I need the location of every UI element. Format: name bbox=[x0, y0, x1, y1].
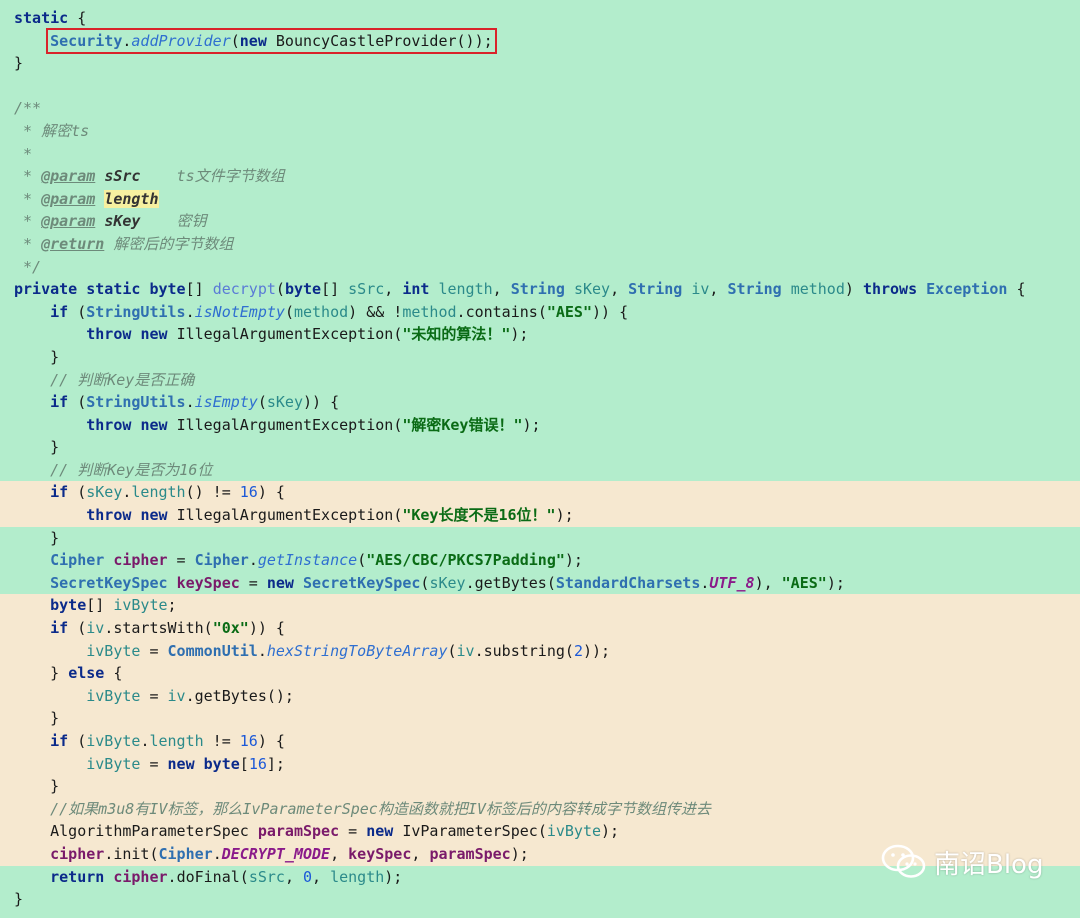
code-line: */ bbox=[14, 257, 42, 276]
code-line: if (sKey.length() != 16) { bbox=[0, 481, 1080, 505]
code-line: if (ivByte.length != 16) { bbox=[0, 730, 1080, 753]
code-editor[interactable]: static { Security.addProvider(new Bouncy… bbox=[0, 7, 1080, 911]
watermark: 南诏Blog bbox=[880, 842, 1043, 882]
code-line: /** bbox=[14, 99, 42, 118]
code-line: throw new IllegalArgumentException("未知的算… bbox=[86, 325, 529, 344]
code-line: throw new IllegalArgumentException("Key长… bbox=[0, 504, 1080, 527]
watermark-text: 南诏Blog bbox=[934, 849, 1044, 880]
code-line: if (StringUtils.isNotEmpty(method) && !m… bbox=[50, 302, 629, 321]
code-line: * bbox=[14, 144, 33, 163]
code-line: byte[] ivByte; bbox=[0, 594, 1080, 618]
code-line: * @param sSrc ts文件字节数组 bbox=[14, 167, 285, 186]
code-line: } bbox=[14, 347, 60, 366]
code-line: private static byte[] decrypt(byte[] sSr… bbox=[14, 280, 1026, 299]
code-line: AlgorithmParameterSpec paramSpec = new I… bbox=[0, 820, 1080, 843]
code-line: SecretKeySpec keySpec = new SecretKeySpe… bbox=[50, 573, 845, 592]
code-line: } bbox=[14, 890, 24, 909]
code-line: if (iv.startsWith("0x")) { bbox=[0, 617, 1080, 640]
code-line: * 解密ts bbox=[14, 121, 90, 140]
code-line: if (StringUtils.isEmpty(sKey)) { bbox=[50, 393, 340, 412]
code-line: * @param sKey 密钥 bbox=[14, 212, 207, 231]
code-line: ivByte = CommonUtil.hexStringToByteArray… bbox=[0, 639, 1080, 663]
highlighted-statement: Security.addProvider(new BouncyCastlePro… bbox=[46, 27, 497, 54]
code-line: ivByte = new byte[16]; bbox=[0, 752, 1080, 776]
wechat-icon bbox=[880, 842, 928, 882]
code-line: ivByte = iv.getBytes(); bbox=[0, 684, 1080, 708]
code-line: Cipher cipher = Cipher.getInstance("AES/… bbox=[50, 551, 583, 570]
code-line: //如果m3u8有IV标签，那么IvParameterSpec构造函数就把IV标… bbox=[0, 797, 1080, 821]
code-line: throw new IllegalArgumentException("解密Ke… bbox=[86, 415, 541, 434]
code-line: static { bbox=[14, 9, 87, 27]
code-line: * @param length bbox=[14, 189, 159, 208]
code-line: } bbox=[14, 528, 60, 547]
code-line: // 判断Key是否为16位 bbox=[14, 460, 213, 479]
code-line: } bbox=[14, 54, 24, 73]
code-line: Security.addProvider(new BouncyCastlePro… bbox=[0, 27, 1080, 54]
code-line: } bbox=[0, 775, 1080, 798]
code-line: } bbox=[14, 438, 60, 457]
code-line: // 判断Key是否正确 bbox=[14, 370, 195, 389]
code-line: } else { bbox=[0, 662, 1080, 685]
code-line: } bbox=[0, 707, 1080, 730]
code-line: * @return 解密后的字节数组 bbox=[14, 234, 234, 253]
